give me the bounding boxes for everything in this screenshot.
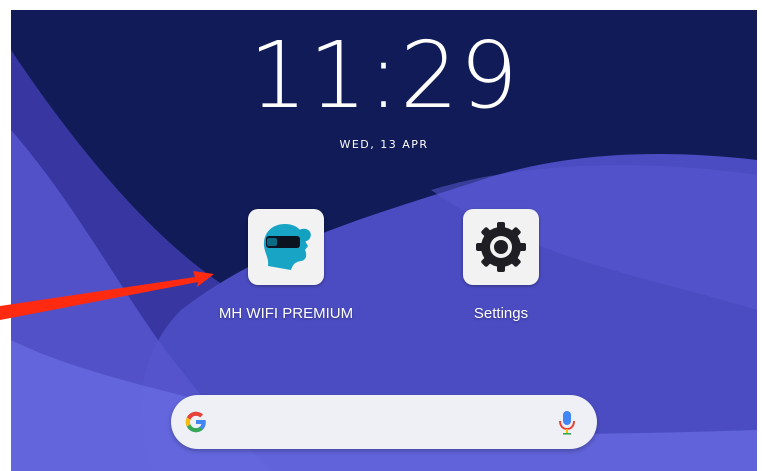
home-screen: 11:29 WED, 13 APR MH WIFI PREMIUM Settin… bbox=[11, 10, 757, 471]
clock-time: 11:29 bbox=[248, 22, 520, 129]
clock-date: WED, 13 APR bbox=[339, 138, 429, 151]
head-vr-headset-icon bbox=[263, 224, 311, 270]
app-icon-tile[interactable] bbox=[248, 209, 324, 285]
app-mh-wifi-premium[interactable]: MH WIFI PREMIUM bbox=[201, 209, 371, 322]
app-icon-tile[interactable] bbox=[463, 209, 539, 285]
google-search-bar[interactable] bbox=[171, 395, 597, 449]
app-settings[interactable]: Settings bbox=[416, 209, 586, 322]
gear-icon bbox=[476, 222, 526, 272]
google-g-icon[interactable] bbox=[183, 409, 209, 435]
microphone-icon[interactable] bbox=[557, 409, 577, 435]
app-label[interactable]: Settings bbox=[416, 305, 586, 322]
app-label[interactable]: MH WIFI PREMIUM bbox=[201, 305, 371, 322]
